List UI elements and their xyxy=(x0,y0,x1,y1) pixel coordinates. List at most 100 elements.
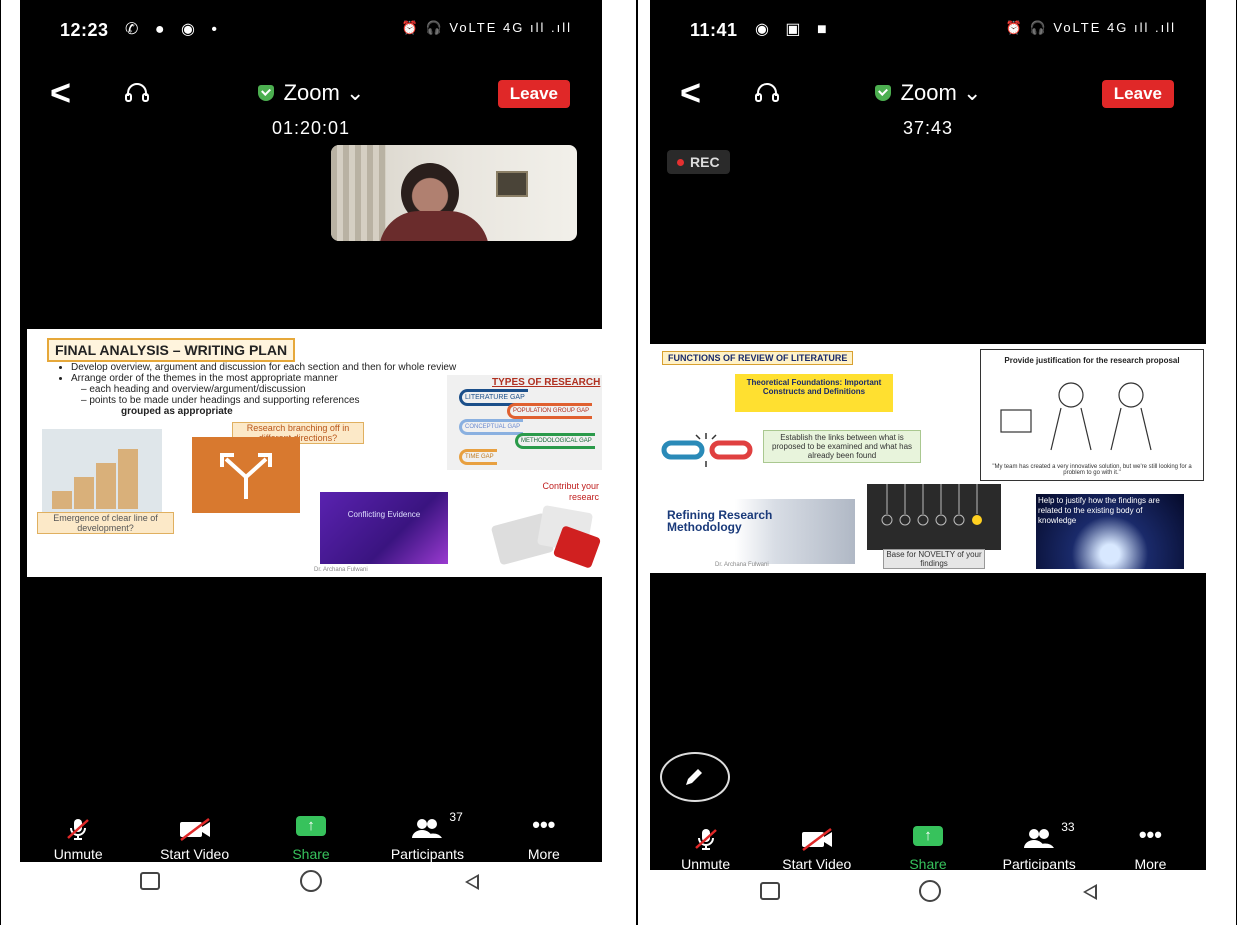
unmute-button[interactable]: Unmute xyxy=(650,826,761,870)
types-title: TYPES OF RESEARCH xyxy=(492,377,601,388)
cartoon-caption: "My team has created a very innovative s… xyxy=(992,464,1192,476)
status-bar: 11:41 ◉ ▣ ■ ⏰ 🎧 VoLTE 4G ıll .ıll xyxy=(650,0,1206,60)
staircase-image xyxy=(42,429,162,514)
light-bulbs-icon xyxy=(881,484,982,526)
gap-label: METHODOLOGICAL GAP xyxy=(515,433,595,449)
chevron-down-icon: ⌄ xyxy=(345,80,365,105)
recents-icon xyxy=(760,882,780,900)
participants-count: 33 xyxy=(1061,820,1075,834)
research-gap-diagram: TYPES OF RESEARCH LITERATURE GAP POPULAT… xyxy=(447,375,602,470)
gap-label: CONCEPTUAL GAP xyxy=(459,419,524,435)
status-time: 12:23 xyxy=(60,20,109,40)
justify-title: Provide justification for the research p… xyxy=(1004,356,1180,365)
bullet-item: Develop overview, argument and discussio… xyxy=(71,362,591,373)
pencil-icon xyxy=(686,769,702,785)
notification-icons: ✆ ● ◉ • xyxy=(125,21,223,38)
bulbs-image xyxy=(867,484,1001,550)
microphone-muted-icon xyxy=(67,819,90,840)
recording-dot-icon xyxy=(677,159,684,166)
book-image: Help to justify how the findings are rel… xyxy=(1036,494,1184,569)
panel-divider-middle xyxy=(636,0,638,925)
slide-title: FUNCTIONS OF REVIEW OF LITERATURE xyxy=(662,351,854,365)
right-phone-screen: 11:41 ◉ ▣ ■ ⏰ 🎧 VoLTE 4G ıll .ıll < Zoom… xyxy=(650,0,1206,870)
participants-button[interactable]: 33 Participants xyxy=(984,820,1095,870)
rec-label: REC xyxy=(690,154,720,170)
shield-icon xyxy=(257,85,274,101)
participant-video[interactable] xyxy=(331,145,577,241)
recents-button[interactable] xyxy=(70,870,231,900)
video-off-icon xyxy=(179,818,210,841)
more-label: More xyxy=(527,846,560,862)
meeting-timer: 37:43 xyxy=(902,118,954,138)
leave-button[interactable]: Leave xyxy=(1101,80,1174,108)
participants-icon xyxy=(1024,829,1055,848)
leave-button[interactable]: Leave xyxy=(497,80,570,108)
gap-label: TIME GAP xyxy=(459,449,497,465)
back-nav-button[interactable] xyxy=(1010,880,1170,910)
puzzle-image xyxy=(490,501,602,571)
meeting-title-label: Zoom xyxy=(900,80,957,105)
more-button[interactable]: ••• More xyxy=(1095,822,1206,871)
share-button[interactable]: ↑ Share xyxy=(253,816,369,862)
notification-icons: ◉ ▣ ■ xyxy=(755,21,833,38)
more-button[interactable]: ••• More xyxy=(486,814,602,863)
unmute-label: Unmute xyxy=(53,846,103,862)
conflicting-evidence-box: Conflicting Evidence xyxy=(320,492,448,564)
branching-image xyxy=(192,437,300,513)
chain-image xyxy=(660,429,755,469)
cartoon-drawing xyxy=(1000,382,1152,451)
shield-icon xyxy=(874,85,891,101)
recording-badge: REC xyxy=(667,150,730,174)
recents-icon xyxy=(140,872,161,890)
status-icons: ⏰ 🎧 VoLTE 4G ıll .ıll xyxy=(401,20,572,35)
conflicting-label: Conflicting Evidence xyxy=(347,510,421,519)
panel-divider-right xyxy=(1236,0,1237,925)
unmute-label: Unmute xyxy=(681,856,731,870)
participants-button[interactable]: 37 Participants xyxy=(369,810,485,862)
shared-slide: FUNCTIONS OF REVIEW OF LITERATURE Theore… xyxy=(650,344,1206,573)
participants-count: 37 xyxy=(449,810,463,824)
wall-frame xyxy=(496,171,528,197)
refining-label: Refining Research Methodology xyxy=(667,508,773,534)
meeting-timer: 01:20:01 xyxy=(271,118,351,138)
video-off-icon xyxy=(801,828,832,851)
microphone-muted-icon xyxy=(694,829,717,850)
slide-footer: Dr. Archana Fulwani xyxy=(314,567,368,573)
refining-image: Refining Research Methodology xyxy=(655,499,855,564)
gap-label: POPULATION GROUP GAP xyxy=(507,403,593,419)
links-box: Establish the links between what is prop… xyxy=(763,430,921,463)
back-nav-button[interactable] xyxy=(391,870,552,900)
share-label: Share xyxy=(292,846,330,862)
home-icon xyxy=(919,880,941,902)
chevron-down-icon: ⌄ xyxy=(962,80,982,105)
recents-button[interactable] xyxy=(690,880,850,910)
novelty-box: Base for NOVELTY of your findings xyxy=(883,549,985,569)
participants-label: Participants xyxy=(1002,856,1076,870)
share-label: Share xyxy=(909,856,947,870)
meeting-topbar: < Zoom ⌄ 37:43 Leave xyxy=(650,70,1206,150)
home-button[interactable] xyxy=(850,880,1010,910)
participants-icon xyxy=(412,819,443,838)
start-video-button[interactable]: Start Video xyxy=(761,826,872,870)
home-button[interactable] xyxy=(231,870,392,900)
status-bar: 12:23 ✆ ● ◉ • ⏰ 🎧 VoLTE 4G ıll .ıll xyxy=(20,0,602,60)
slide-title: FINAL ANALYSIS – WRITING PLAN xyxy=(47,338,296,362)
status-time: 11:41 xyxy=(690,20,738,40)
start-video-button[interactable]: Start Video xyxy=(136,816,252,862)
slide-footer: Dr. Archana Fulwani xyxy=(715,562,769,568)
shared-slide: FINAL ANALYSIS – WRITING PLAN Develop ov… xyxy=(27,329,602,577)
unmute-button[interactable]: Unmute xyxy=(20,816,136,862)
broken-chain-icon xyxy=(661,433,753,467)
annotate-button[interactable] xyxy=(660,752,730,802)
contribute-label: Contribut your researc xyxy=(542,481,599,502)
back-nav-icon xyxy=(464,874,479,890)
more-dots-icon: ••• xyxy=(1138,822,1162,847)
share-arrow-icon: ↑ xyxy=(296,816,327,836)
meeting-title-label: Zoom xyxy=(283,80,340,105)
cartoon-panel: Provide justification for the research p… xyxy=(980,349,1204,481)
share-button[interactable]: ↑ Share xyxy=(872,826,983,870)
share-arrow-icon: ↑ xyxy=(913,826,943,846)
emergence-label: Emergence of clear line of development? xyxy=(37,512,174,534)
back-nav-icon xyxy=(1083,884,1097,900)
meeting-topbar: < Zoom ⌄ 01:20:01 Leave xyxy=(20,70,602,150)
